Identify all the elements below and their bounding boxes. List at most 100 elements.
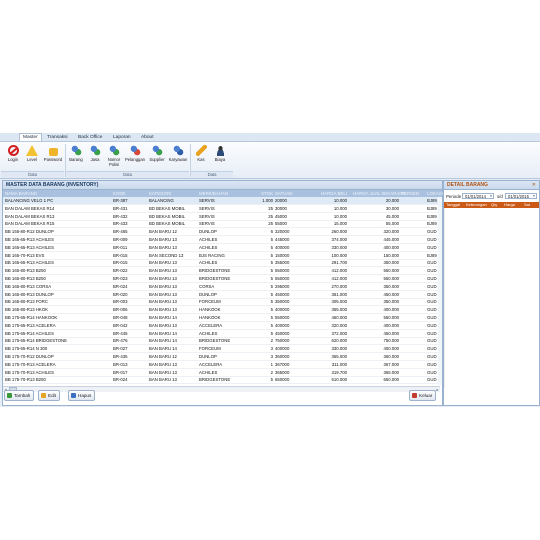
tab-transaksi[interactable]: Transaksi xyxy=(44,134,71,141)
table-row[interactable]: BALANCING VELG 1 PC BR-387 BALANCING SERVIS… xyxy=(3,197,440,205)
supplier-button[interactable]: Supplier xyxy=(147,145,167,163)
column-header[interactable]: HARGA JUAL SEKARANG xyxy=(353,190,406,197)
table-row[interactable]: BB 165-80-R13 DUNLOP BR-020 BAN BARU 13 DUN… xyxy=(3,291,440,299)
table-row[interactable]: BB 175-70-R12 DUNLOP BR-435 BAN BARU 12 DUN… xyxy=(3,353,440,361)
table-row[interactable]: BB 175-65-R14 ACHILES BR-445 BAN BARU 14 AC… xyxy=(3,330,440,338)
users-icon xyxy=(172,145,184,156)
pelanggan-button[interactable]: Pelanggan xyxy=(124,145,146,163)
table-cell: 367000 xyxy=(275,361,290,367)
table-row[interactable]: BAN DALAM BEKAS R15 BR-433 BD BEKAS MOBIL S… xyxy=(3,220,440,229)
barang-button[interactable]: Barang xyxy=(67,145,85,163)
table-row[interactable]: BB 165-65-R13 ACHILES BR-015 BAN BARU 13 AC… xyxy=(3,259,440,268)
table-row[interactable]: BB 165-65-R13 ACHILES BR-011 BAN BARU 13 AC… xyxy=(3,244,440,252)
grid-body[interactable]: BALANCING VELG 1 PC BR-387 BALANCING SERVIS… xyxy=(3,197,440,384)
password-button[interactable]: Password xyxy=(42,145,64,163)
date-to-field[interactable]: 01/01/2015 ▾ xyxy=(505,193,537,199)
calendar-dropdown-icon[interactable]: ▾ xyxy=(489,194,493,198)
table-cell xyxy=(401,376,425,383)
table-row[interactable]: BB 175-65-R14 HANKOOK BR-048 BAN BARU 14 HA… xyxy=(3,314,440,322)
edit-button[interactable]: Edit xyxy=(38,390,60,401)
karyawan-button[interactable]: Karyawan xyxy=(168,145,188,163)
tab-about[interactable]: About xyxy=(138,134,157,141)
key-icon xyxy=(48,148,58,156)
biaya-button[interactable]: Biaya xyxy=(211,145,229,163)
warning-icon xyxy=(26,145,38,156)
table-cell: 510.000 xyxy=(331,377,347,383)
table-cell: 412.000 xyxy=(331,268,347,274)
tab-back-office[interactable]: Back Office xyxy=(75,134,105,141)
table-row[interactable]: BB 165-80-R13 B250 BR-022 BAN BARU 13 BRIDG… xyxy=(3,267,440,276)
column-header[interactable]: HARGA BELI xyxy=(309,190,347,197)
vertical-scrollbar[interactable] xyxy=(438,197,442,385)
table-cell: DUNLOP xyxy=(199,291,217,297)
table-row[interactable]: BB 165-80-R13 FORC BR-003 BAN BARU 13 FORCE… xyxy=(3,298,440,307)
column-header[interactable]: KATEGORI xyxy=(149,190,197,197)
exit-button[interactable]: Keluar xyxy=(409,390,437,401)
table-cell: BB 175-65-R14 HANKOOK xyxy=(5,315,58,320)
table-cell: 320000 xyxy=(275,229,290,235)
table-row[interactable]: BB 155-80-R12 DUNLOP BR-465 BAN BARU 12 DUN… xyxy=(3,228,440,237)
delete-button[interactable]: Hapus xyxy=(68,390,96,401)
column-header[interactable]: NAMA BARANG xyxy=(5,190,111,197)
date-from-field[interactable]: 01/01/2014 ▾ xyxy=(462,193,494,199)
table-cell xyxy=(401,252,425,259)
column-header[interactable]: MERK/BAHAN xyxy=(199,190,245,197)
pencil-icon xyxy=(195,145,207,156)
column-header[interactable]: KODE xyxy=(113,190,147,197)
tab-master[interactable]: Master xyxy=(19,133,42,141)
table-row[interactable]: BB 165-65-R13 ACHILES BR-009 BAN BARU 13 AC… xyxy=(3,236,440,244)
table-cell: 650000 xyxy=(275,377,290,383)
level-button[interactable]: Level xyxy=(23,145,41,163)
table-row[interactable]: BB 175-65-R14 BRIDGESTONE BR-476 BAN BARU … xyxy=(3,337,440,346)
table-cell: SERVIS xyxy=(199,221,215,227)
table-cell: BB 175-70-R13 ACHILES xyxy=(5,369,54,375)
table-row[interactable]: BB 165-80-R13 B250 BR-023 BAN BARU 13 BRIDG… xyxy=(3,275,440,283)
table-cell: 55.000 xyxy=(385,221,399,227)
table-row[interactable]: BB 165-80-R13 CORSA BR-024 BAN BARU 13 CORS… xyxy=(3,283,440,291)
table-cell: BR-015 xyxy=(113,252,128,258)
table-cell: BAN BARU 13 xyxy=(149,322,177,328)
table-cell: 5 xyxy=(270,237,273,242)
table-row[interactable]: BB 175-70-R13 B250 BR-024 BAN BARU 13 BRIDG… xyxy=(3,376,440,384)
column-header[interactable]: PERSEN xyxy=(401,190,425,197)
table-cell xyxy=(401,369,425,376)
tab-laporan[interactable]: Laporan xyxy=(110,134,134,141)
nomor-polisi-button[interactable]: Nomor Polisi xyxy=(105,145,123,168)
table-cell: BAN BARU 13 xyxy=(149,307,177,313)
person-icon xyxy=(214,145,226,156)
kas-button[interactable]: Kas xyxy=(192,145,210,163)
column-header[interactable]: STOK xyxy=(247,190,273,197)
table-cell: 5 xyxy=(270,299,273,305)
table-cell: 350.000 xyxy=(383,260,399,266)
table-row[interactable]: BB 175-65-R13 ACELERA BR-042 BAN BARU 13 AC… xyxy=(3,322,440,330)
column-header[interactable]: LOKASI xyxy=(427,190,443,197)
table-cell: 15.000 xyxy=(333,221,347,227)
table-row[interactable]: BB 175-65-R14 N 300 BR-027 BAN BARU 14 FORC… xyxy=(3,345,440,354)
jasa-button[interactable]: Jasa xyxy=(86,145,104,163)
close-icon[interactable]: ✕ xyxy=(532,182,536,188)
calendar-dropdown-icon[interactable]: ▾ xyxy=(532,194,536,198)
column-header[interactable]: SATUAN xyxy=(275,190,307,197)
table-cell: 350000 xyxy=(275,299,290,305)
table-cell: 3 xyxy=(270,346,273,352)
detail-grid-body[interactable] xyxy=(444,208,539,388)
table-row[interactable]: BAN DALAM BEKAS R14 BR-431 BD BEKAS MOBIL S… xyxy=(3,205,440,213)
table-cell: ACHILES xyxy=(199,369,218,375)
users-icon xyxy=(108,145,120,156)
table-cell: 400000 xyxy=(275,244,290,250)
table-row[interactable]: BB 175-70-R13 ACHILES BR-017 BAN BARU 13 AC… xyxy=(3,369,440,377)
table-cell: BRIDGESTONE xyxy=(199,276,231,281)
table-cell: 367.000 xyxy=(383,361,399,367)
table-cell xyxy=(401,205,425,212)
detail-panel: DETAIL BARANG ✕ Periode 01/01/2014 ▾ s/d… xyxy=(443,180,540,406)
table-cell: 270.000 xyxy=(331,283,347,289)
add-button[interactable]: Tambah xyxy=(4,390,35,401)
table-cell: 10.000 xyxy=(333,213,347,219)
table-row[interactable]: BB 165-80-R13 HKOK BR-006 BAN BARU 13 HANKO… xyxy=(3,306,440,315)
login-button[interactable]: Login xyxy=(4,145,22,163)
table-cell: ACHILES xyxy=(199,237,218,242)
table-row[interactable]: BAN DALAM BEKAS R13 BR-432 BD BEKAS MOBIL S… xyxy=(3,213,440,221)
table-row[interactable]: BB 175-70-R13 ACELERA BR-013 BAN BARU 13 AC… xyxy=(3,361,440,369)
table-cell: BB 165-80-R13 CORSA xyxy=(5,283,52,289)
table-row[interactable]: BB 165-70-R13 EVS BR-015 BAN SECOND 13 BJS … xyxy=(3,252,440,260)
